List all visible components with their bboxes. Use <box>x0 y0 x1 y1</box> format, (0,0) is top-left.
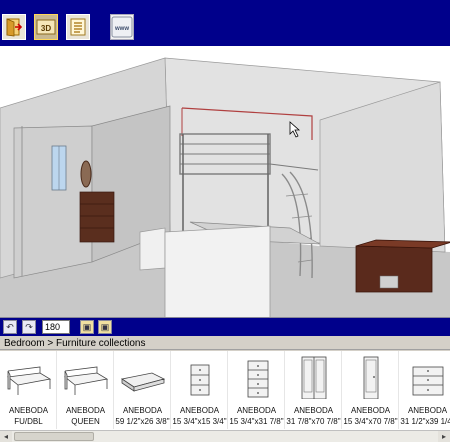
product-size: 31 1/2"x39 1/4" <box>400 417 450 426</box>
dresser-icon <box>412 366 444 396</box>
product-size: FU/DBL <box>14 417 43 426</box>
view-controls-bar: ↶ ↷ 180 ▣ ▣ <box>0 318 450 336</box>
bed-frame-icon <box>7 366 52 395</box>
rotate-right-icon: ↷ <box>25 321 33 332</box>
www-button[interactable]: www <box>110 14 134 40</box>
product-name: ANEBODA <box>8 406 49 415</box>
narrow-wardrobe-icon <box>363 356 379 399</box>
product-name: ANEBODA <box>122 406 163 415</box>
breadcrumb: Bedroom > Furniture collections <box>0 338 450 350</box>
product-size: 15 3/4"x70 7/8" <box>343 417 398 426</box>
scroll-right-button[interactable]: ▸ <box>438 431 450 442</box>
product-name: ANEBODA <box>179 406 220 415</box>
product-name: ANEBODA <box>65 406 106 415</box>
scrollbar-thumb[interactable] <box>14 432 94 441</box>
3d-view-icon: 3D <box>36 19 56 35</box>
view-mode-b-button[interactable]: ▣ <box>98 320 112 334</box>
exit-button[interactable] <box>2 14 26 40</box>
product-item[interactable]: ANEBODA 15 3/4"x31 7/8" <box>228 351 285 429</box>
view-mode-a-button[interactable]: ▣ <box>80 320 94 334</box>
product-list-button[interactable] <box>66 14 90 40</box>
product-item[interactable]: ANEBODA 15 3/4"x15 3/4" <box>171 351 228 429</box>
nightstand-icon <box>190 364 210 396</box>
product-item[interactable]: ANEBODA QUEEN <box>57 351 114 429</box>
3d-room-viewport[interactable] <box>0 46 450 318</box>
product-item[interactable]: ANEBODA 59 1/2"x26 3/8" <box>114 351 171 429</box>
breadcrumb-root[interactable]: Bedroom <box>4 338 45 349</box>
product-strip: ANEBODA FU/DBL ANEBODA QUEEN ANEBODA 59 … <box>0 351 450 430</box>
product-item[interactable]: ANEBODA FU/DBL <box>0 351 57 429</box>
product-name: ANEBODA <box>293 406 334 415</box>
product-size: 59 1/2"x26 3/8" <box>115 417 170 426</box>
rotate-left-button[interactable]: ↶ <box>3 320 17 334</box>
product-item[interactable]: ANEBODA 31 1/2"x39 1/4" <box>399 351 450 429</box>
view-mode-a-icon: ▣ <box>82 321 92 332</box>
3d-view-label: 3D <box>41 24 51 33</box>
product-list-icon <box>70 18 86 36</box>
view-mode-b-icon: ▣ <box>100 321 110 332</box>
product-name: ANEBODA <box>407 406 448 415</box>
product-size: 15 3/4"x31 7/8" <box>229 417 284 426</box>
scroll-left-icon: ◂ <box>3 432 8 441</box>
bed-frame-icon <box>64 366 109 395</box>
product-item[interactable]: ANEBODA 31 7/8"x70 7/8" <box>285 351 342 429</box>
rotate-left-icon: ↶ <box>6 321 14 332</box>
product-item[interactable]: ANEBODA 15 3/4"x70 7/8" <box>342 351 399 429</box>
product-size: QUEEN <box>71 417 100 426</box>
product-size: 15 3/4"x15 3/4" <box>172 417 227 426</box>
view-angle-input[interactable]: 180 <box>42 320 70 334</box>
scroll-left-button[interactable]: ◂ <box>0 431 12 442</box>
room-render <box>0 57 450 317</box>
exit-door-icon <box>6 18 23 37</box>
product-size: 31 7/8"x70 7/8" <box>286 417 341 426</box>
under-bed-drawer-icon <box>120 372 166 392</box>
3d-view-button[interactable]: 3D <box>34 14 58 40</box>
scroll-right-icon: ▸ <box>441 432 446 441</box>
product-name: ANEBODA <box>236 406 277 415</box>
www-icon: www <box>111 16 133 38</box>
rotate-right-button[interactable]: ↷ <box>22 320 36 334</box>
www-label: www <box>114 26 129 32</box>
product-name: ANEBODA <box>350 406 391 415</box>
wardrobe-icon <box>301 356 327 399</box>
breadcrumb-separator: > <box>47 338 54 349</box>
chest-of-drawers-icon <box>247 360 269 398</box>
main-toolbar: 3D www <box>0 0 450 46</box>
product-strip-scrollbar[interactable]: ◂ ▸ <box>0 430 450 442</box>
breadcrumb-current: Furniture collections <box>55 338 146 349</box>
